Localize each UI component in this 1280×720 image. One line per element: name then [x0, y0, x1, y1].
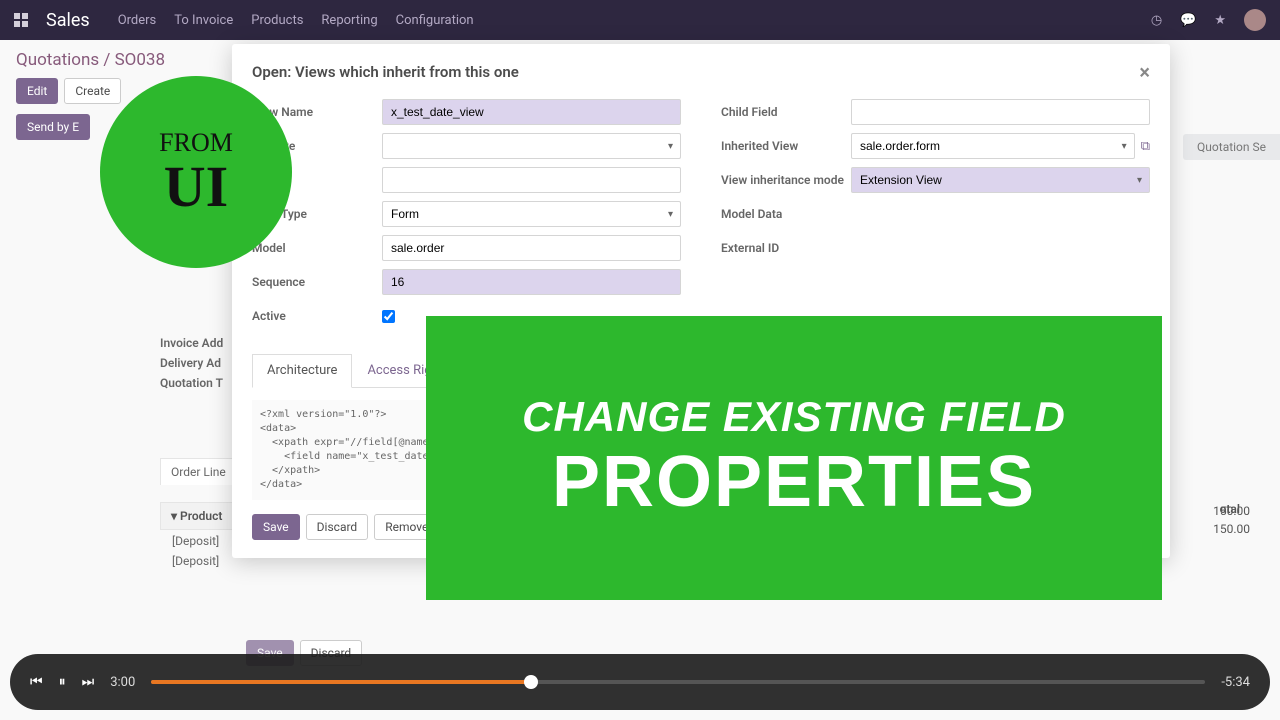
elapsed-time: 3:00: [110, 675, 135, 690]
star-icon[interactable]: ★: [1214, 13, 1226, 28]
list-item[interactable]: [Deposit]: [172, 554, 219, 568]
modal-discard-button[interactable]: Discard: [306, 514, 369, 540]
amount-cell: 150.00: [1213, 522, 1250, 536]
send-email-button[interactable]: Send by E: [16, 114, 90, 140]
sequence-input[interactable]: [382, 269, 681, 295]
clock-icon[interactable]: ◷: [1151, 13, 1162, 28]
create-button[interactable]: Create: [64, 78, 121, 104]
chat-icon[interactable]: 💬: [1180, 13, 1196, 28]
child-field-input[interactable]: [851, 99, 1150, 125]
amount-list: 150.00 150.00: [1213, 500, 1250, 540]
view-name-input[interactable]: [382, 99, 681, 125]
seek-knob[interactable]: [524, 675, 538, 689]
top-nav: Sales Orders To Invoice Products Reporti…: [0, 0, 1280, 40]
label-child-field: Child Field: [721, 105, 851, 119]
modal-title-row: Open: Views which inherit from this one …: [252, 60, 1150, 84]
website-extra-input[interactable]: [382, 167, 681, 193]
overlay-rect-line2: PROPERTIES: [552, 441, 1036, 523]
video-player: ⏮ ⏸ ⏭ 3:00 -5:34: [10, 654, 1270, 710]
bg-labels: Invoice Add Delivery Ad Quotation T: [160, 330, 223, 396]
overlay-circle: FROM UI: [100, 76, 292, 268]
amount-cell: 150.00: [1213, 504, 1250, 518]
next-track-button[interactable]: ⏭: [82, 674, 95, 690]
external-link-icon[interactable]: ⧉: [1141, 139, 1150, 154]
active-checkbox[interactable]: [382, 310, 395, 323]
remaining-time: -5:34: [1221, 675, 1250, 690]
label-delivery-address: Delivery Ad: [160, 356, 223, 370]
overlay-rect-line1: CHANGE EXISTING FIELD: [522, 393, 1066, 441]
label-active: Active: [252, 309, 382, 323]
label-sequence: Sequence: [252, 275, 382, 289]
label-invoice-address: Invoice Add: [160, 336, 223, 350]
overlay-circle-line2: UI: [164, 158, 228, 216]
apps-icon[interactable]: [14, 13, 28, 27]
inherit-mode-select[interactable]: [851, 167, 1150, 193]
prev-track-button[interactable]: ⏮: [30, 674, 43, 690]
label-inherited-view: Inherited View: [721, 139, 851, 153]
column-product[interactable]: ▾ Product: [160, 502, 233, 530]
inherited-view-select[interactable]: [851, 133, 1135, 159]
overlay-rect: CHANGE EXISTING FIELD PROPERTIES: [426, 316, 1162, 600]
seek-progress: [151, 680, 530, 684]
modal-save-button[interactable]: Save: [252, 514, 300, 540]
nav-to-invoice[interactable]: To Invoice: [174, 13, 233, 28]
edit-button[interactable]: Edit: [16, 78, 58, 104]
website-select[interactable]: [382, 133, 681, 159]
tab-order-line[interactable]: Order Line: [160, 458, 237, 485]
label-model: Model: [252, 241, 382, 255]
label-quotation-template: Quotation T: [160, 376, 223, 390]
label-inherit-mode: View inheritance mode: [721, 173, 851, 187]
avatar-icon[interactable]: [1244, 9, 1266, 31]
model-input[interactable]: [382, 235, 681, 261]
list-item[interactable]: [Deposit]: [172, 534, 219, 548]
nav-products[interactable]: Products: [251, 13, 303, 28]
label-external-id: External ID: [721, 241, 851, 255]
pause-button[interactable]: ⏸: [59, 674, 66, 690]
brand: Sales: [46, 10, 90, 31]
product-rows: [Deposit] [Deposit]: [172, 528, 219, 574]
nav-reporting[interactable]: Reporting: [321, 13, 377, 28]
status-chip: Quotation Se: [1183, 134, 1280, 160]
seek-bar[interactable]: [151, 680, 1205, 684]
nav-orders[interactable]: Orders: [118, 13, 157, 28]
label-model-data: Model Data: [721, 207, 851, 221]
nav-configuration[interactable]: Configuration: [396, 13, 474, 28]
tab-architecture[interactable]: Architecture: [252, 354, 352, 388]
modal-title: Open: Views which inherit from this one: [252, 63, 519, 81]
view-type-select[interactable]: [382, 201, 681, 227]
close-icon[interactable]: ×: [1139, 60, 1150, 84]
